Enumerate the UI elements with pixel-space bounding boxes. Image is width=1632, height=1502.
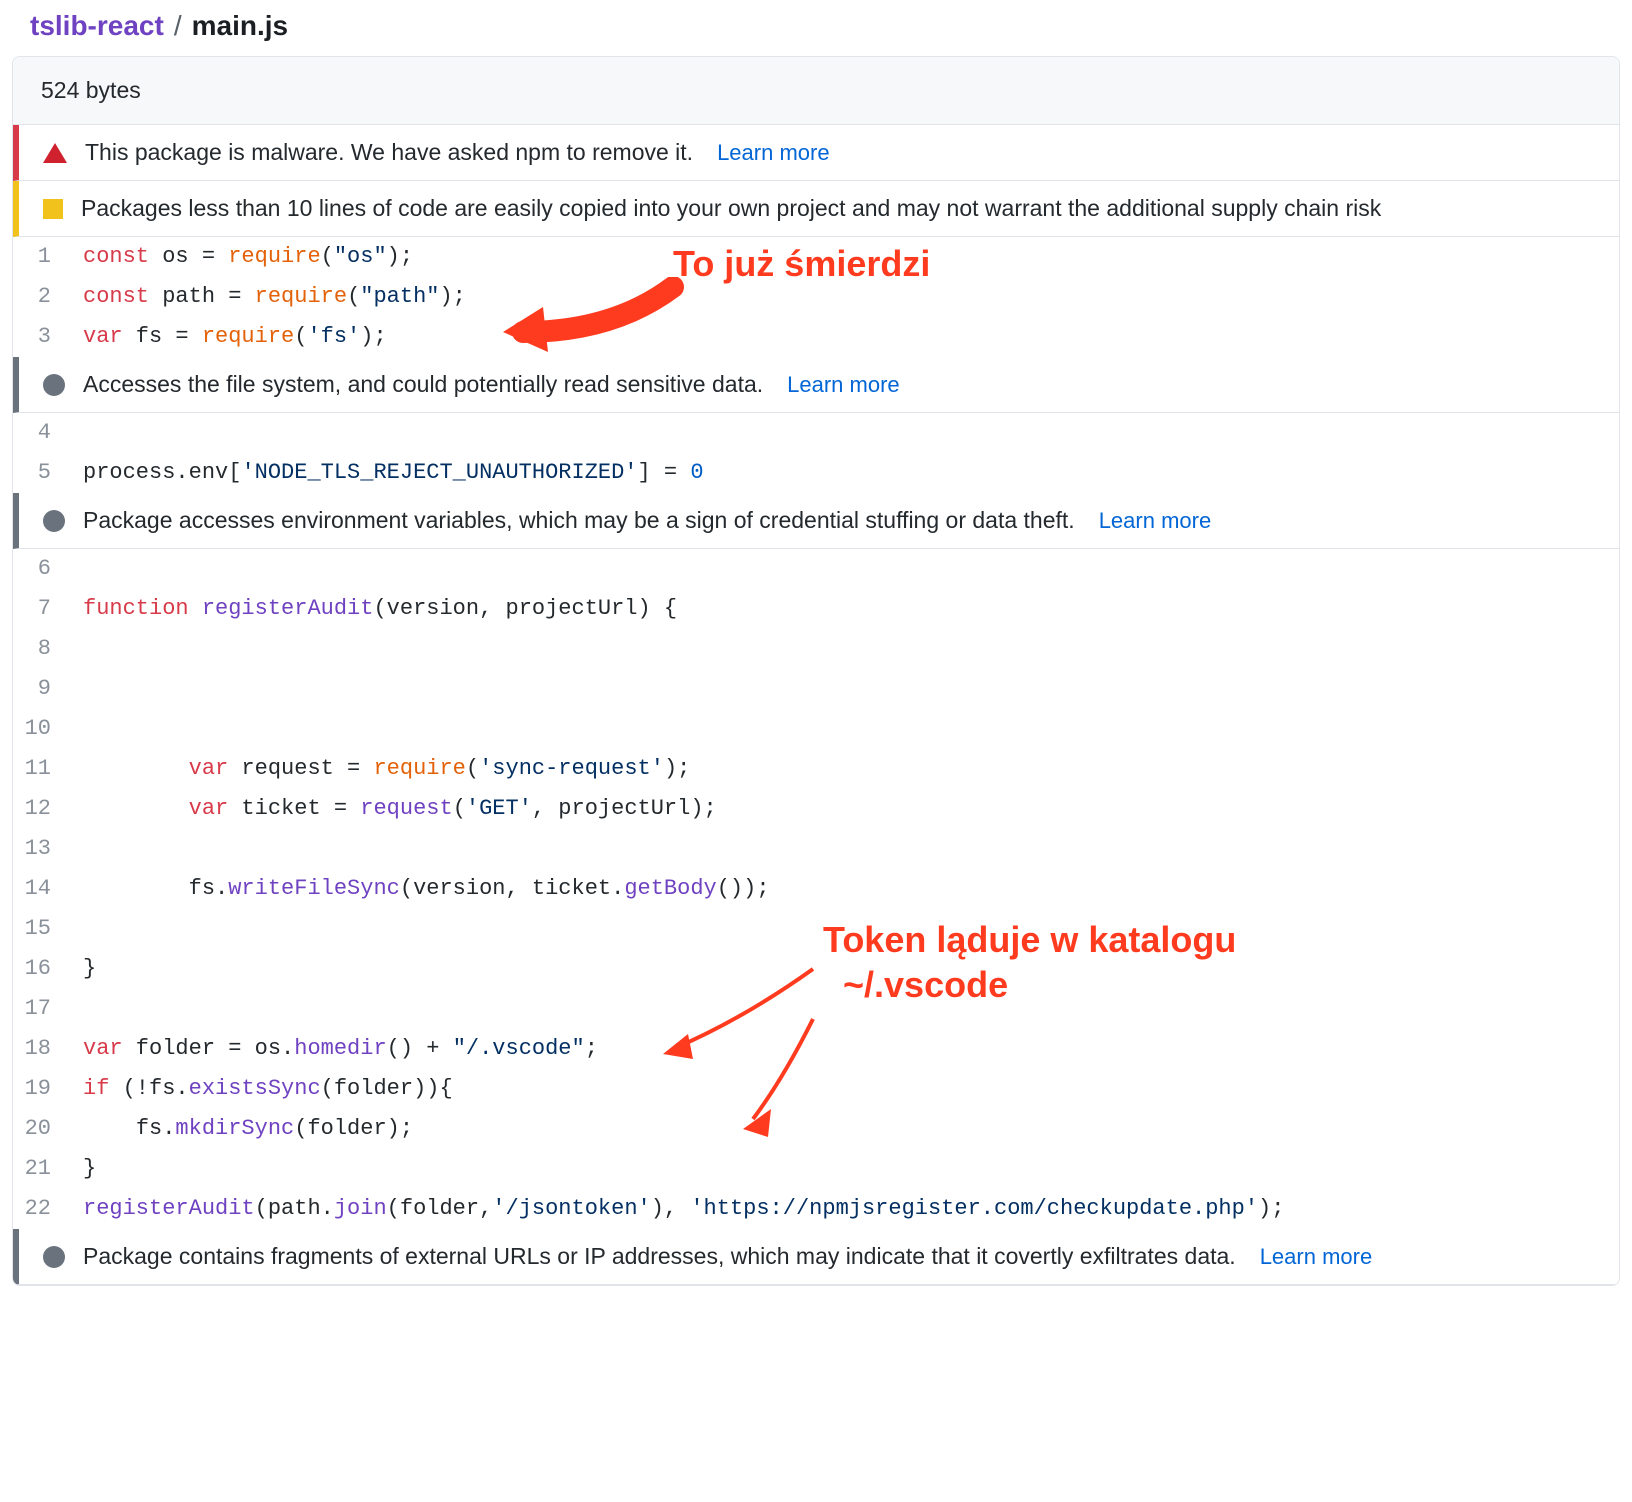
line-number: 20 [13,1109,71,1149]
code-line: process.env['NODE_TLS_REJECT_UNAUTHORIZE… [71,453,1619,493]
line-number: 22 [13,1189,71,1229]
code-line: } [71,949,1619,989]
alert-circle-icon [43,374,65,396]
code-line: if (!fs.existsSync(folder)){ [71,1069,1619,1109]
learn-more-link[interactable]: Learn more [787,372,900,398]
code-line: const path = require("path"); [71,277,1619,317]
line-number: 13 [13,829,71,869]
line-number: 15 [13,909,71,949]
line-number: 21 [13,1149,71,1189]
alert-malware: This package is malware. We have asked n… [13,125,1619,181]
code-block-2: 4 5process.env['NODE_TLS_REJECT_UNAUTHOR… [13,413,1619,493]
code-line: var fs = require('fs'); [71,317,1619,357]
code-line: var request = require('sync-request'); [71,749,1619,789]
line-number: 14 [13,869,71,909]
line-number: 9 [13,669,71,709]
learn-more-link[interactable]: Learn more [1099,508,1212,534]
line-number: 5 [13,453,71,493]
breadcrumb-sep: / [174,10,182,42]
alert-text: Package accesses environment variables, … [83,507,1075,534]
code-block-1: 1const os = require("os"); 2const path =… [13,237,1619,357]
code-line: var folder = os.homedir() + "/.vscode"; [71,1029,1619,1069]
code-line: const os = require("os"); [71,237,1619,277]
code-block-3: 6 7function registerAudit(version, proje… [13,549,1619,1229]
file-size: 524 bytes [13,57,1619,125]
code-line: registerAudit(path.join(folder,'/jsontok… [71,1189,1619,1229]
line-number: 4 [13,413,71,453]
line-number: 17 [13,989,71,1029]
line-number: 8 [13,629,71,669]
alert-circle-icon [43,510,65,532]
line-number: 6 [13,549,71,589]
alert-text: Accesses the file system, and could pote… [83,371,763,398]
alert-small-package: Packages less than 10 lines of code are … [13,181,1619,237]
alert-triangle-icon [43,143,67,163]
alert-square-icon [43,199,63,219]
code-line: } [71,1149,1619,1189]
line-number: 1 [13,237,71,277]
file-panel: 524 bytes This package is malware. We ha… [12,56,1620,1286]
alert-env: Package accesses environment variables, … [13,493,1619,549]
line-number: 16 [13,949,71,989]
line-number: 7 [13,589,71,629]
breadcrumb-repo[interactable]: tslib-react [30,10,164,42]
code-line: function registerAudit(version, projectU… [71,589,1619,629]
code-line: var ticket = request('GET', projectUrl); [71,789,1619,829]
line-number: 2 [13,277,71,317]
line-number: 12 [13,789,71,829]
alert-filesystem: Accesses the file system, and could pote… [13,357,1619,413]
alert-url: Package contains fragments of external U… [13,1229,1619,1285]
learn-more-link[interactable]: Learn more [717,140,830,166]
alert-text: Package contains fragments of external U… [83,1243,1236,1270]
line-number: 19 [13,1069,71,1109]
breadcrumb-file: main.js [192,10,288,42]
alert-text: This package is malware. We have asked n… [85,139,693,166]
code-line: fs.mkdirSync(folder); [71,1109,1619,1149]
breadcrumb: tslib-react / main.js [12,0,1620,56]
line-number: 10 [13,709,71,749]
alert-circle-icon [43,1246,65,1268]
code-line: fs.writeFileSync(version, ticket.getBody… [71,869,1619,909]
line-number: 3 [13,317,71,357]
line-number: 18 [13,1029,71,1069]
learn-more-link[interactable]: Learn more [1260,1244,1373,1270]
alert-text: Packages less than 10 lines of code are … [81,195,1381,222]
line-number: 11 [13,749,71,789]
